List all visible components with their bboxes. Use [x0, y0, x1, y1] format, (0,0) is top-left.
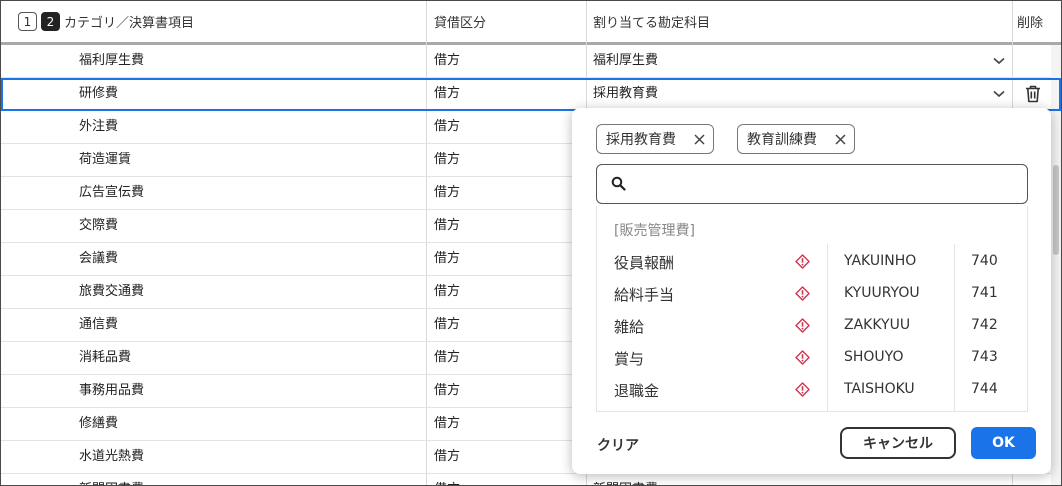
table-row[interactable]: 福利厚生費 借方 福利厚生費 [1, 45, 1061, 78]
row-debit-credit: 借方 [434, 53, 461, 68]
chevron-down-icon[interactable] [992, 45, 1006, 77]
warning-diamond-icon [795, 286, 810, 305]
search-icon [611, 176, 626, 195]
row-category-name: 旅費交通費 [79, 284, 145, 299]
row-category-name: 通信費 [79, 317, 119, 332]
warning-diamond-icon [795, 254, 810, 273]
side-column-header: 貸借区分 [434, 1, 584, 42]
row-category-name: 水道光熱費 [79, 449, 145, 464]
row-assigned-account[interactable]: 採用教育費 [593, 78, 658, 110]
category-header-label: カテゴリ／決算書項目 [64, 16, 195, 31]
account-option[interactable]: 給料手当 KYUURYOU 741 [597, 278, 1027, 310]
account-option[interactable]: 退職金 TAISHOKU 744 [597, 374, 1027, 406]
row-debit-credit: 借方 [434, 86, 461, 101]
chip-label: 教育訓練費 [747, 132, 817, 148]
row-debit-credit: 借方 [434, 350, 461, 365]
side-header-label: 貸借区分 [434, 16, 487, 31]
row-debit-credit: 借方 [434, 416, 461, 431]
account-mapping-table: 1 2 カテゴリ／決算書項目 貸借区分 割り当てる勘定科目 削除 福利厚生費 借… [0, 0, 1062, 486]
ok-button[interactable]: OK [971, 427, 1036, 459]
row-category-name: 広告宣伝費 [79, 185, 145, 200]
table-row[interactable]: 新聞図書費 借方 新聞図書費 [1, 474, 1061, 485]
account-option-number: 741 [971, 285, 998, 301]
row-debit-credit: 借方 [434, 474, 460, 485]
level-1-toggle[interactable]: 1 [18, 12, 37, 31]
selected-account-chip: 採用教育費 [596, 124, 714, 154]
account-option[interactable]: 雑給 ZAKKYUU 742 [597, 310, 1027, 342]
row-category-name: 会議費 [79, 251, 119, 266]
table-row[interactable]: 研修費 借方 採用教育費 [1, 78, 1061, 111]
warning-diamond-icon [795, 382, 810, 401]
delete-column-header: 削除 [1017, 1, 1057, 42]
account-option-number: 742 [971, 317, 998, 333]
row-assigned-account[interactable]: 福利厚生費 [593, 45, 658, 77]
search-input[interactable] [637, 171, 1021, 199]
account-option-number: 743 [971, 349, 998, 365]
account-option-name: 雑給 [614, 318, 645, 336]
level-2-toggle[interactable]: 2 [41, 12, 60, 31]
row-category-name: 荷造運賃 [79, 152, 132, 167]
row-category-name: 交際費 [79, 218, 119, 233]
row-category-name: 外注費 [79, 119, 119, 134]
clear-button[interactable]: クリア [597, 435, 639, 455]
vertical-scrollbar[interactable] [1051, 45, 1061, 485]
delete-header-label: 削除 [1017, 16, 1044, 31]
account-option-code: TAISHOKU [844, 381, 915, 397]
cancel-button[interactable]: キャンセル [840, 427, 956, 459]
row-debit-credit: 借方 [434, 185, 461, 200]
account-option-name: 給料手当 [614, 286, 675, 304]
row-debit-credit: 借方 [434, 383, 461, 398]
table-header: 1 2 カテゴリ／決算書項目 貸借区分 割り当てる勘定科目 削除 [1, 1, 1061, 45]
row-debit-credit: 借方 [434, 284, 461, 299]
trash-icon[interactable] [1022, 78, 1044, 110]
account-option-number: 740 [971, 253, 998, 269]
account-option-code: SHOUYO [844, 349, 904, 365]
account-option-code: KYUURYOU [844, 285, 920, 301]
chip-label: 採用教育費 [606, 132, 676, 148]
row-debit-credit: 借方 [434, 218, 461, 233]
account-option[interactable]: 役員報酬 YAKUINHO 740 [597, 246, 1027, 278]
row-debit-credit: 借方 [434, 152, 461, 167]
scrollbar-thumb[interactable] [1053, 165, 1059, 255]
close-icon[interactable] [835, 133, 846, 145]
row-assigned-account[interactable]: 新聞図書費 [593, 474, 658, 485]
warning-diamond-icon [795, 318, 810, 337]
account-group-label: [販売管理費] [614, 223, 695, 239]
row-category-name: 福利厚生費 [79, 53, 145, 68]
account-option-name: 賞与 [614, 350, 645, 368]
row-category-name: 修繕費 [79, 416, 119, 431]
account-header-label: 割り当てる勘定科目 [593, 16, 711, 31]
row-category-name: 新聞図書費 [79, 474, 144, 485]
row-debit-credit: 借方 [434, 449, 461, 464]
row-debit-credit: 借方 [434, 251, 461, 266]
account-option-code: ZAKKYUU [844, 317, 911, 333]
row-debit-credit: 借方 [434, 119, 461, 134]
account-option-number: 744 [971, 381, 998, 397]
account-option-name: 退職金 [614, 382, 660, 400]
account-option[interactable]: 賞与 SHOUYO 743 [597, 342, 1027, 374]
row-category-name: 事務用品費 [79, 383, 145, 398]
account-option-name: 役員報酬 [614, 254, 675, 272]
row-category-name: 研修費 [79, 86, 119, 101]
account-option-list: [販売管理費] 役員報酬 YAKUINHO 740 給料手当 KYUURYOU … [596, 206, 1028, 412]
search-field [596, 164, 1028, 204]
account-option-code: YAKUINHO [844, 253, 917, 269]
close-icon[interactable] [694, 133, 705, 145]
account-select-popup: 採用教育費 教育訓練費 [販売管理費] 役員報酬 YAKUINHO 740 給料… [572, 108, 1051, 474]
account-column-header: 割り当てる勘定科目 [593, 1, 993, 42]
selected-account-chip: 教育訓練費 [737, 124, 855, 154]
row-category-name: 消耗品費 [79, 350, 132, 365]
row-debit-credit: 借方 [434, 317, 461, 332]
warning-diamond-icon [795, 350, 810, 369]
chevron-down-icon[interactable] [992, 78, 1006, 110]
category-column-header: 1 2 カテゴリ／決算書項目 [18, 1, 418, 42]
